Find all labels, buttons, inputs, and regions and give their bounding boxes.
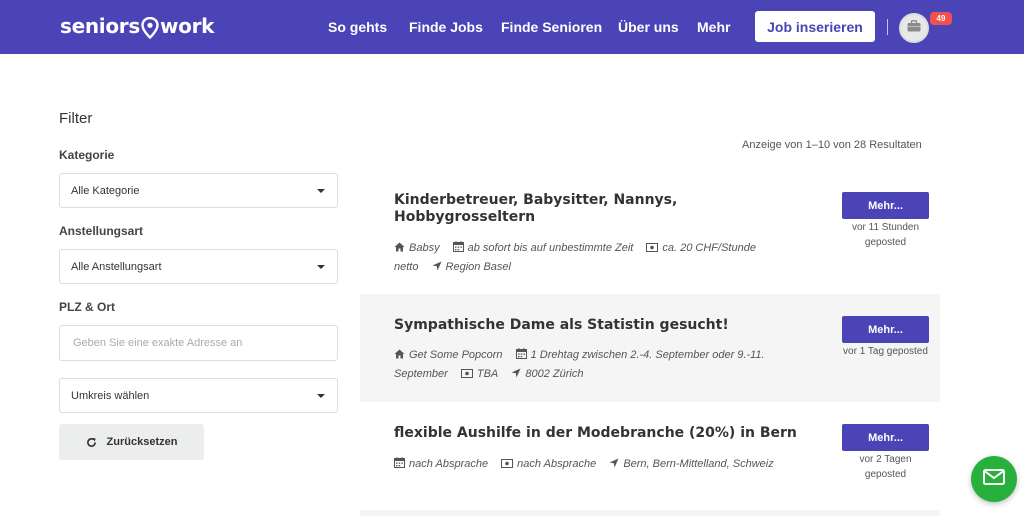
nav-so-gehts[interactable]: So gehts [328,19,387,35]
employment-select[interactable]: Alle Anstellungsart [59,249,338,284]
job-location: 8002 Zürich [525,368,584,380]
result-count: Anzeige von 1–10 von 28 Resultaten [742,139,922,151]
location-pin-icon [141,16,159,40]
radius-select-value: Umkreis wählen [71,389,150,402]
money-icon [646,240,659,258]
job-pay: TBA [476,368,499,380]
job-title[interactable]: Sympathische Dame als Statistin gesucht! [394,317,794,334]
job-listing [360,510,940,516]
radius-select[interactable]: Umkreis wählen [59,378,338,413]
more-button[interactable]: Mehr... [842,192,929,219]
location-arrow-icon [609,456,619,474]
account-avatar[interactable] [899,13,929,43]
job-pay: nach Absprache [517,458,597,470]
reset-label: Zurücksetzen [106,436,178,448]
job-company: Babsy [409,242,440,254]
employment-label: Anstellungsart [59,224,144,238]
job-listing: Sympathische Dame als Statistin gesucht!… [360,294,940,402]
category-select[interactable]: Alle Kategorie [59,173,338,208]
job-title[interactable]: flexible Aushilfe in der Modebranche (20… [394,425,814,442]
nav-finde-jobs[interactable]: Finde Jobs [409,19,483,35]
posted-time: vor 2 Tagen geposted [859,454,912,480]
job-location: Bern, Bern-Mittelland, Schweiz [623,458,774,470]
posted-time: vor 11 Stunden geposted [851,222,920,248]
location-arrow-icon [432,259,442,277]
post-job-button[interactable]: Job inserieren [755,11,875,42]
caret-down-icon [317,394,325,398]
header-divider [887,19,888,35]
category-label: Kategorie [59,148,115,162]
posted-time: vor 1 Tag geposted [843,346,928,357]
reset-button[interactable]: Zurücksetzen [59,424,204,460]
contact-button[interactable] [971,456,1017,502]
location-input[interactable] [59,325,338,361]
job-date: nach Absprache [409,458,489,470]
nav-finde-senioren[interactable]: Finde Senioren [501,19,602,35]
more-button[interactable]: Mehr... [842,424,929,451]
logo-text-left: seniors [60,14,140,38]
location-arrow-icon [511,366,521,384]
logo-text-right: work [159,14,215,38]
home-icon [394,240,405,258]
refresh-icon [86,437,96,447]
top-navbar: seniors work So gehts Finde Jobs Finde S… [0,0,1024,54]
job-listing: Kinderbetreuer, Babysitter, Nannys, Hobb… [360,178,940,288]
filter-title: Filter [59,110,93,127]
job-location: Region Basel [445,261,511,273]
money-icon [460,366,473,384]
nav-ueber-uns[interactable]: Über uns [618,19,679,35]
job-date: ab sofort bis auf unbestimmte Zeit [467,242,634,254]
job-company: Get Some Popcorn [409,349,503,361]
caret-down-icon [317,189,325,193]
mail-icon [983,468,1005,490]
employment-select-value: Alle Anstellungsart [71,260,162,273]
job-meta: Babsy ab sofort bis auf unbestimmte Zeit… [394,239,784,277]
money-icon [501,456,514,474]
job-title[interactable]: Kinderbetreuer, Babysitter, Nannys, Hobb… [394,192,704,226]
job-meta: nach Absprache nach Absprache Bern, Bern… [394,455,784,474]
home-icon [394,347,405,365]
site-logo[interactable]: seniors work [60,12,214,40]
calendar-icon [515,347,527,365]
more-button[interactable]: Mehr... [842,316,929,343]
notification-badge: 49 [930,12,952,25]
location-label: PLZ & Ort [59,300,115,314]
caret-down-icon [317,265,325,269]
calendar-icon [452,240,464,258]
job-listing: flexible Aushilfe in der Modebranche (20… [360,402,940,510]
job-meta: Get Some Popcorn 1 Drehtag zwischen 2.-4… [394,346,784,384]
nav-mehr[interactable]: Mehr [697,19,730,35]
calendar-icon [394,456,405,474]
briefcase-icon [907,19,921,37]
category-select-value: Alle Kategorie [71,184,140,197]
